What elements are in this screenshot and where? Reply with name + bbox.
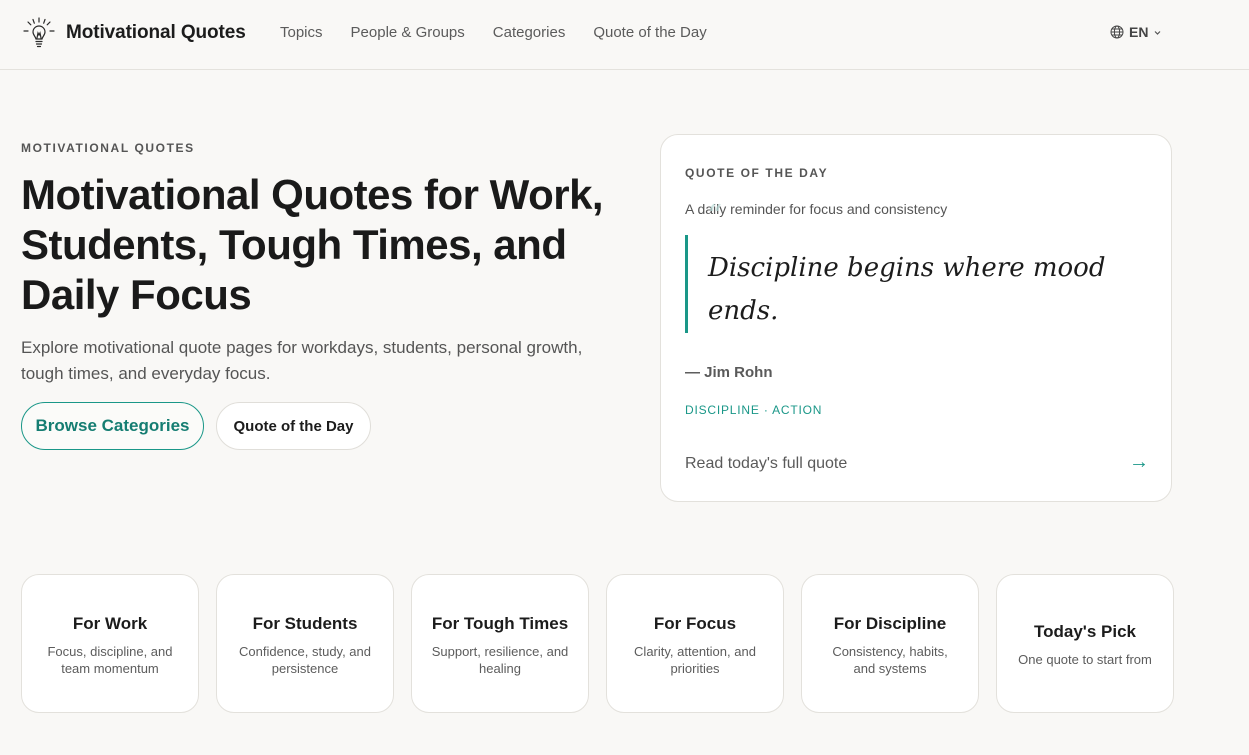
category-description: One quote to start from [1018, 652, 1152, 667]
category-description: Support, resilience, and healing [431, 643, 569, 676]
category-card-focus[interactable]: For Focus Clarity, attention, and priori… [606, 574, 784, 713]
read-full-quote-link[interactable]: Read today's full quote [685, 455, 847, 473]
quote-accent-bar [685, 235, 688, 333]
nav-item-categories[interactable]: Categories [493, 24, 566, 41]
qotd-tags[interactable]: DISCIPLINE · ACTION [685, 403, 822, 417]
nav-item-topics[interactable]: Topics [280, 24, 323, 41]
category-description: Confidence, study, and persistence [238, 643, 371, 676]
category-title: For Discipline [833, 613, 947, 633]
hero-subtitle: Explore motivational quote pages for wor… [21, 338, 583, 383]
qotd-description: A daily reminder for focus and consisten… [685, 201, 948, 217]
qotd-label: QUOTE OF THE DAY [685, 166, 829, 180]
category-title: For Work [72, 613, 148, 633]
category-card-students[interactable]: For Students Confidence, study, and pers… [216, 574, 394, 713]
category-description: Focus, discipline, and team momentum [47, 643, 173, 676]
arrow-right-icon[interactable]: → [1129, 451, 1149, 474]
nav-item-people-groups[interactable]: People & Groups [351, 24, 465, 41]
main-nav: Topics People & Groups Categories Quote … [280, 24, 707, 41]
category-title: For Tough Times [431, 613, 569, 633]
brand-name: Motivational Quotes [66, 22, 246, 43]
category-description: Clarity, attention, and priorities [634, 643, 756, 676]
category-title: For Students [252, 613, 358, 633]
category-description: Consistency, habits, and systems [832, 643, 948, 676]
qotd-author: — Jim Rohn [685, 364, 773, 381]
globe-icon [1110, 25, 1124, 39]
category-card-tough-times[interactable]: For Tough Times Support, resilience, and… [411, 574, 589, 713]
page-title: Motivational Quotes for Work, Students, … [21, 171, 604, 318]
category-card-todays-pick[interactable]: Today's Pick One quote to start from [996, 574, 1174, 713]
quote-of-the-day-button[interactable]: Quote of the Day [216, 402, 371, 450]
browse-categories-button[interactable]: Browse Categories [21, 402, 204, 450]
language-selector[interactable]: EN [1110, 24, 1162, 40]
hero-eyebrow: MOTIVATIONAL QUOTES [21, 141, 195, 155]
quote-of-the-day-card: QUOTE OF THE DAY A daily reminder for fo… [660, 134, 1172, 502]
category-title: Today's Pick [1034, 622, 1136, 641]
lightbulb-icon [23, 17, 55, 48]
chevron-down-icon [1155, 30, 1161, 35]
quote-mark-icon: “ [707, 199, 723, 234]
language-label: EN [1129, 24, 1149, 40]
category-cards: For Work Focus, discipline, and team mom… [21, 574, 1174, 713]
top-nav-bar: Motivational Quotes Topics People & Grou… [0, 0, 1249, 70]
category-title: For Focus [653, 613, 737, 633]
nav-item-quote-of-the-day[interactable]: Quote of the Day [593, 24, 706, 41]
category-card-discipline[interactable]: For Discipline Consistency, habits, and … [801, 574, 979, 713]
category-card-work[interactable]: For Work Focus, discipline, and team mom… [21, 574, 199, 713]
qotd-quote-text: Discipline begins where mood ends. [708, 253, 1106, 326]
brand-logo-link[interactable]: Motivational Quotes [22, 16, 246, 50]
